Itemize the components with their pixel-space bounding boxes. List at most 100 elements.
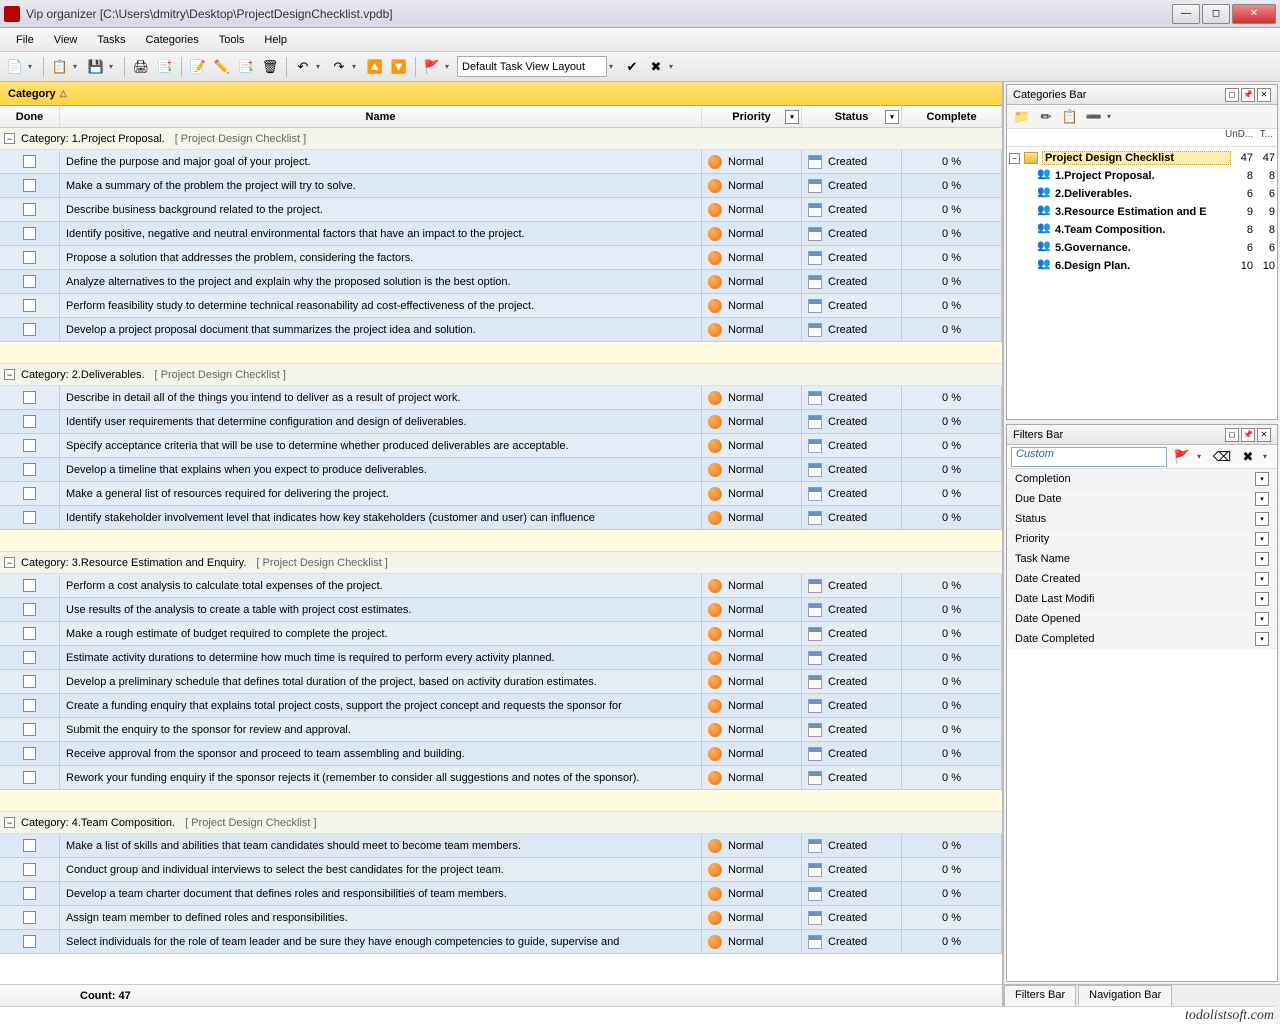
- move-up-icon[interactable]: 🔼: [364, 56, 386, 78]
- minimize-button[interactable]: —: [1172, 4, 1200, 24]
- checkbox[interactable]: [23, 439, 36, 452]
- task-row[interactable]: Specify acceptance criteria that will be…: [0, 434, 1002, 458]
- close-panel-icon[interactable]: ✕: [1257, 428, 1271, 442]
- dropdown-icon[interactable]: ▾: [609, 62, 619, 71]
- delete-icon[interactable]: 🗑: [259, 56, 281, 78]
- collapse-icon[interactable]: −: [4, 557, 15, 568]
- task-row[interactable]: Describe in detail all of the things you…: [0, 386, 1002, 410]
- task-row[interactable]: Perform feasibility study to determine t…: [0, 294, 1002, 318]
- cell-done[interactable]: [0, 386, 60, 409]
- cell-done[interactable]: [0, 246, 60, 269]
- collapse-icon[interactable]: −: [1009, 153, 1020, 164]
- dropdown-icon[interactable]: ▾: [1107, 112, 1117, 121]
- cell-done[interactable]: [0, 318, 60, 341]
- menu-view[interactable]: View: [44, 31, 88, 49]
- menu-tools[interactable]: Tools: [209, 31, 255, 49]
- collapse-icon[interactable]: −: [4, 817, 15, 828]
- cell-done[interactable]: [0, 882, 60, 905]
- task-row[interactable]: Make a list of skills and abilities that…: [0, 834, 1002, 858]
- restore-icon[interactable]: ◻: [1225, 88, 1239, 102]
- delete-category-icon[interactable]: 📋: [1059, 106, 1081, 128]
- tree-root[interactable]: −Project Design Checklist4747: [1009, 149, 1275, 167]
- checkbox[interactable]: [23, 275, 36, 288]
- cell-done[interactable]: [0, 718, 60, 741]
- task-row[interactable]: Identify positive, negative and neutral …: [0, 222, 1002, 246]
- filter-button[interactable]: ▾: [885, 110, 899, 124]
- checkbox[interactable]: [23, 155, 36, 168]
- dropdown-icon[interactable]: ▾: [1255, 592, 1269, 606]
- cell-done[interactable]: [0, 458, 60, 481]
- task-row[interactable]: Develop a project proposal document that…: [0, 318, 1002, 342]
- dropdown-icon[interactable]: ▾: [1255, 572, 1269, 586]
- cell-done[interactable]: [0, 410, 60, 433]
- menu-help[interactable]: Help: [254, 31, 297, 49]
- cell-done[interactable]: [0, 766, 60, 789]
- checkbox[interactable]: [23, 579, 36, 592]
- filter-preset-select[interactable]: Custom: [1011, 447, 1167, 467]
- menu-file[interactable]: File: [6, 31, 44, 49]
- task-row[interactable]: Make a summary of the problem the projec…: [0, 174, 1002, 198]
- dropdown-icon[interactable]: ▾: [1255, 532, 1269, 546]
- checkbox[interactable]: [23, 391, 36, 404]
- task-row[interactable]: Develop a team charter document that def…: [0, 882, 1002, 906]
- col-complete[interactable]: Complete: [902, 106, 1002, 127]
- cell-done[interactable]: [0, 598, 60, 621]
- dropdown-icon[interactable]: ▾: [1255, 512, 1269, 526]
- task-grid[interactable]: −Category: 1.Project Proposal.[ Project …: [0, 128, 1002, 984]
- cell-done[interactable]: [0, 174, 60, 197]
- print-preview-icon[interactable]: 📑: [154, 56, 176, 78]
- group-row[interactable]: −Category: 2.Deliverables.[ Project Desi…: [0, 364, 1002, 386]
- close-panel-icon[interactable]: ✕: [1257, 88, 1271, 102]
- tree-item[interactable]: 6.Design Plan.1010: [1009, 257, 1275, 275]
- filter-row[interactable]: Task Name▾: [1007, 549, 1277, 569]
- task-row[interactable]: Create a funding enquiry that explains t…: [0, 694, 1002, 718]
- clear-icon[interactable]: ✖: [645, 56, 667, 78]
- tree-item[interactable]: 4.Team Composition.88: [1009, 221, 1275, 239]
- cell-done[interactable]: [0, 270, 60, 293]
- cell-done[interactable]: [0, 622, 60, 645]
- checkbox[interactable]: [23, 675, 36, 688]
- col-priority[interactable]: Priority▾: [702, 106, 802, 127]
- dropdown-icon[interactable]: ▾: [445, 62, 455, 71]
- cell-done[interactable]: [0, 858, 60, 881]
- cell-done[interactable]: [0, 482, 60, 505]
- cell-done[interactable]: [0, 694, 60, 717]
- new-item-icon[interactable]: 📋: [49, 56, 71, 78]
- redo-icon[interactable]: ↷: [328, 56, 350, 78]
- checkbox[interactable]: [23, 723, 36, 736]
- cell-done[interactable]: [0, 906, 60, 929]
- cell-done[interactable]: [0, 930, 60, 953]
- erase-icon[interactable]: ⌫: [1211, 446, 1233, 468]
- checkbox[interactable]: [23, 747, 36, 760]
- checkbox[interactable]: [23, 415, 36, 428]
- save-icon[interactable]: 💾: [85, 56, 107, 78]
- dropdown-icon[interactable]: ▾: [316, 62, 326, 71]
- pin-icon[interactable]: 📌: [1241, 428, 1255, 442]
- filter-row[interactable]: Priority▾: [1007, 529, 1277, 549]
- task-row[interactable]: Conduct group and individual interviews …: [0, 858, 1002, 882]
- cell-done[interactable]: [0, 434, 60, 457]
- new-category-icon[interactable]: 📁: [1011, 106, 1033, 128]
- tree-item[interactable]: 2.Deliverables.66: [1009, 185, 1275, 203]
- checkbox[interactable]: [23, 603, 36, 616]
- task-row[interactable]: Submit the enquiry to the sponsor for re…: [0, 718, 1002, 742]
- dropdown-icon[interactable]: ▾: [669, 62, 679, 71]
- checkbox[interactable]: [23, 251, 36, 264]
- cell-done[interactable]: [0, 574, 60, 597]
- filter-row[interactable]: Due Date▾: [1007, 489, 1277, 509]
- cell-done[interactable]: [0, 150, 60, 173]
- checkbox[interactable]: [23, 627, 36, 640]
- category-group-header[interactable]: Category △: [0, 82, 1002, 106]
- task-row[interactable]: Perform a cost analysis to calculate tot…: [0, 574, 1002, 598]
- checkbox[interactable]: [23, 179, 36, 192]
- new-file-icon[interactable]: 📄: [4, 56, 26, 78]
- filter-row[interactable]: Status▾: [1007, 509, 1277, 529]
- undo-icon[interactable]: ↶: [292, 56, 314, 78]
- dropdown-icon[interactable]: ▾: [1255, 492, 1269, 506]
- checkbox[interactable]: [23, 299, 36, 312]
- flag-icon[interactable]: 🚩: [1171, 446, 1193, 468]
- group-row[interactable]: −Category: 4.Team Composition.[ Project …: [0, 812, 1002, 834]
- group-row[interactable]: −Category: 1.Project Proposal.[ Project …: [0, 128, 1002, 150]
- task-row[interactable]: Analyze alternatives to the project and …: [0, 270, 1002, 294]
- remove-icon[interactable]: ➖: [1083, 106, 1105, 128]
